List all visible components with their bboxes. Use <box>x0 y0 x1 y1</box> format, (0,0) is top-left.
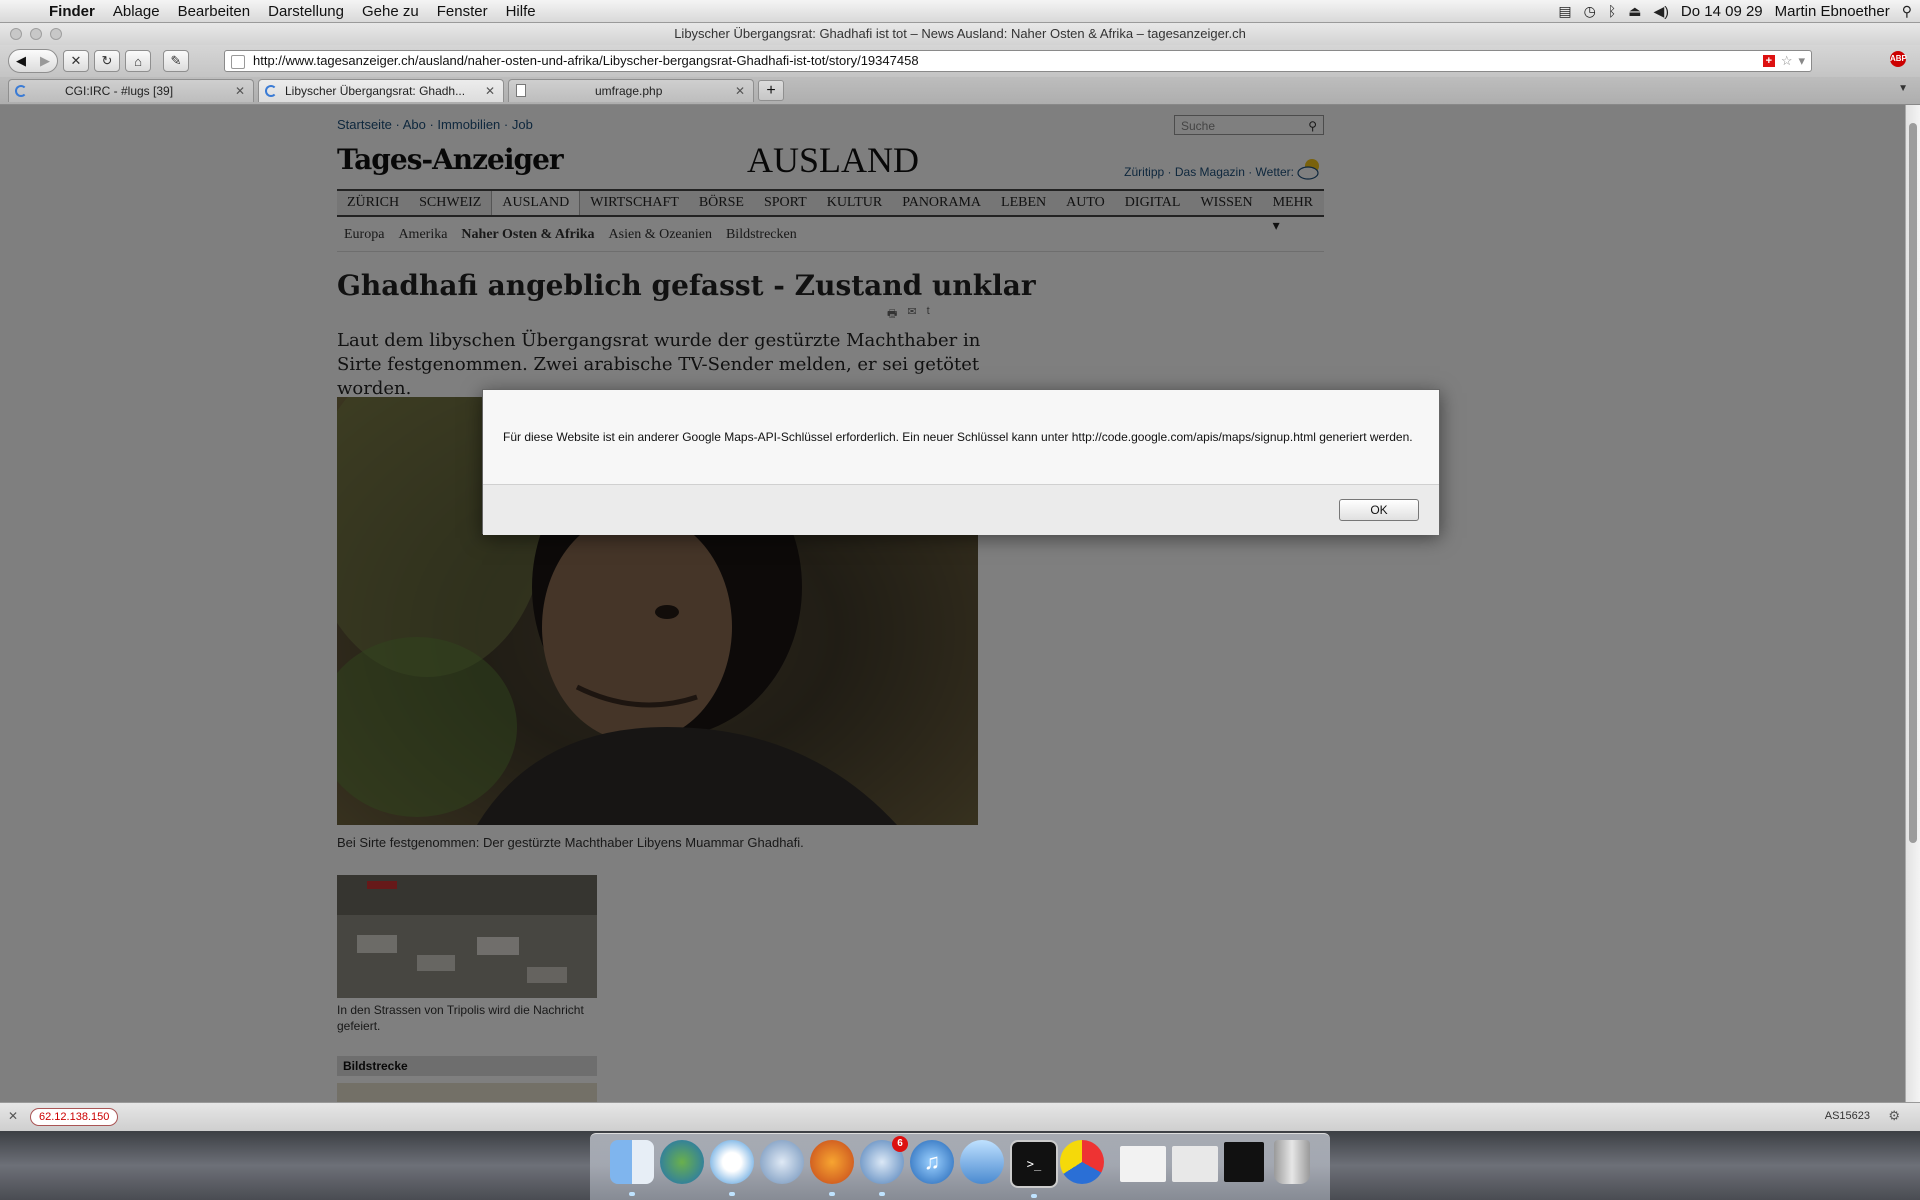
browser-status-bar: ✕ 62.12.138.150 AS15623 ⚙ <box>0 1102 1920 1131</box>
loading-spinner-icon <box>15 85 27 97</box>
terminal-icon[interactable]: >_ <box>1010 1140 1058 1198</box>
menu-darstellung[interactable]: Darstellung <box>259 3 353 20</box>
eject-icon[interactable]: ⏏ <box>1628 3 1641 20</box>
tab-list-icon[interactable]: ▼ <box>1898 83 1908 94</box>
reload-icon: ↻ <box>101 53 113 68</box>
menu-fenster[interactable]: Fenster <box>428 3 497 20</box>
back-forward-buttons: ◀ ▶ <box>8 49 58 73</box>
close-window-button[interactable] <box>10 28 22 40</box>
tab-close-icon[interactable]: ✕ <box>735 80 745 102</box>
new-tab-button[interactable]: + <box>758 80 784 101</box>
alert-dialog: Für diese Website ist ein anderer Google… <box>482 389 1440 535</box>
as-number: AS15623 <box>1824 1110 1870 1122</box>
reload-button[interactable]: ↻ <box>94 50 120 72</box>
menu-hilfe[interactable]: Hilfe <box>497 3 545 20</box>
firefox-icon[interactable] <box>810 1140 854 1196</box>
tab-umfrage[interactable]: umfrage.php ✕ <box>508 79 754 102</box>
tab-close-icon[interactable]: ✕ <box>485 80 495 102</box>
itunes-icon[interactable]: ♫ <box>910 1140 954 1184</box>
running-indicator <box>1031 1194 1037 1198</box>
url-dropdown-icon[interactable]: ▾ <box>1798 51 1805 71</box>
window-titlebar: Libyscher Übergangsrat: Ghadhafi ist tot… <box>0 23 1920 45</box>
music-note-icon: ♫ <box>923 1149 941 1174</box>
preview-icon[interactable] <box>960 1140 1004 1184</box>
window-title: Libyscher Übergangsrat: Ghadhafi ist tot… <box>674 26 1246 41</box>
prompt-icon: >_ <box>1026 1157 1042 1171</box>
globe-icon[interactable] <box>660 1140 704 1184</box>
running-indicator <box>629 1192 635 1196</box>
tab-label: CGI:IRC - #lugs [39] <box>65 84 174 98</box>
tab-bar: CGI:IRC - #lugs [39] ✕ Libyscher Übergan… <box>0 77 1920 105</box>
safari-icon[interactable] <box>710 1140 754 1196</box>
dock: 6 ♫ >_ <box>590 1133 1330 1200</box>
menu-bearbeiten[interactable]: Bearbeiten <box>169 3 260 20</box>
color-picker-icon[interactable] <box>1060 1140 1104 1184</box>
menu-gehe-zu[interactable]: Gehe zu <box>353 3 428 20</box>
zoom-window-button[interactable] <box>50 28 62 40</box>
forward-icon[interactable]: ▶ <box>40 53 50 69</box>
bookmark-button[interactable]: ✎ <box>163 50 189 72</box>
tab-tagesanzeiger[interactable]: Libyscher Übergangsrat: Ghadh... ✕ <box>258 79 504 102</box>
time-machine-icon[interactable]: ◷ <box>1584 3 1596 20</box>
menubar-user[interactable]: Martin Ebnoether <box>1775 3 1890 20</box>
spotlight-icon[interactable]: ⚲ <box>1902 3 1912 20</box>
url-bar[interactable]: http://www.tagesanzeiger.ch/ausland/nahe… <box>224 50 1812 72</box>
tab-cgi-irc[interactable]: CGI:IRC - #lugs [39] ✕ <box>8 79 254 102</box>
tab-label: umfrage.php <box>595 84 663 98</box>
menubar-extras: ▤ ◷ ᛒ ⏏ ◀) Do 14 09 29 Martin Ebnoether … <box>1558 0 1912 22</box>
alert-message: Für diese Website ist ein anderer Google… <box>503 430 1413 444</box>
ip-address-badge[interactable]: 62.12.138.150 <box>30 1108 119 1126</box>
mail-icon[interactable]: 6 <box>860 1136 908 1196</box>
tab-close-icon[interactable]: ✕ <box>235 80 245 102</box>
back-icon[interactable]: ◀ <box>16 53 26 69</box>
home-icon: ⌂ <box>134 53 142 69</box>
close-status-icon[interactable]: ✕ <box>8 1109 18 1123</box>
puzzle-icon: ✎ <box>170 53 182 68</box>
window-thumbnail-icon[interactable] <box>1172 1146 1218 1182</box>
menu-ablage[interactable]: Ablage <box>104 3 169 20</box>
alert-footer: OK <box>483 484 1439 535</box>
status-settings-icon[interactable]: ⚙ <box>1888 1108 1900 1124</box>
trash-icon[interactable] <box>1274 1140 1310 1184</box>
ok-button[interactable]: OK <box>1339 499 1419 521</box>
web-page: Startseite · Abo · Immobilien · Job Such… <box>0 105 1905 1102</box>
compass-icon[interactable] <box>760 1140 804 1184</box>
mail-badge: 6 <box>892 1136 908 1152</box>
modal-overlay <box>0 105 1905 1102</box>
home-button[interactable]: ⌂ <box>125 50 151 72</box>
scrollbar-thumb[interactable] <box>1909 123 1917 843</box>
url-text[interactable]: http://www.tagesanzeiger.ch/ausland/nahe… <box>253 53 919 68</box>
bookmark-star-icon[interactable]: ☆ <box>1781 51 1793 71</box>
vertical-scrollbar[interactable] <box>1905 105 1920 1102</box>
running-indicator <box>729 1192 735 1196</box>
running-indicator <box>879 1192 885 1196</box>
menu-app-finder[interactable]: Finder <box>40 3 104 20</box>
window-thumbnail-icon[interactable] <box>1120 1146 1166 1182</box>
bluetooth-icon[interactable]: ᛒ <box>1608 3 1616 19</box>
adblock-icon[interactable]: ABP <box>1890 51 1907 67</box>
loading-spinner-icon <box>265 85 277 97</box>
browser-toolbar: ◀ ▶ ✕ ↻ ⌂ ✎ http://www.tagesanzeiger.ch/… <box>0 45 1920 77</box>
menubar-clock[interactable]: Do 14 09 29 <box>1681 3 1763 20</box>
stop-icon: ✕ <box>70 53 82 68</box>
document-icon <box>516 84 526 97</box>
minimize-window-button[interactable] <box>30 28 42 40</box>
site-favicon-icon <box>231 55 245 69</box>
url-bar-icons: + ☆ ▾ <box>1762 51 1805 71</box>
finder-icon[interactable] <box>610 1140 654 1196</box>
tab-label: Libyscher Übergangsrat: Ghadh... <box>285 84 466 98</box>
script-menu-icon[interactable]: ▤ <box>1558 3 1571 20</box>
menubar: Finder Ablage Bearbeiten Darstellung Geh… <box>0 0 1920 23</box>
window-controls <box>10 28 62 40</box>
running-indicator <box>829 1192 835 1196</box>
stop-button[interactable]: ✕ <box>63 50 89 72</box>
swiss-flag-icon[interactable]: + <box>1762 55 1775 67</box>
volume-icon[interactable]: ◀) <box>1653 3 1668 20</box>
window-thumbnail-icon[interactable] <box>1224 1142 1264 1182</box>
